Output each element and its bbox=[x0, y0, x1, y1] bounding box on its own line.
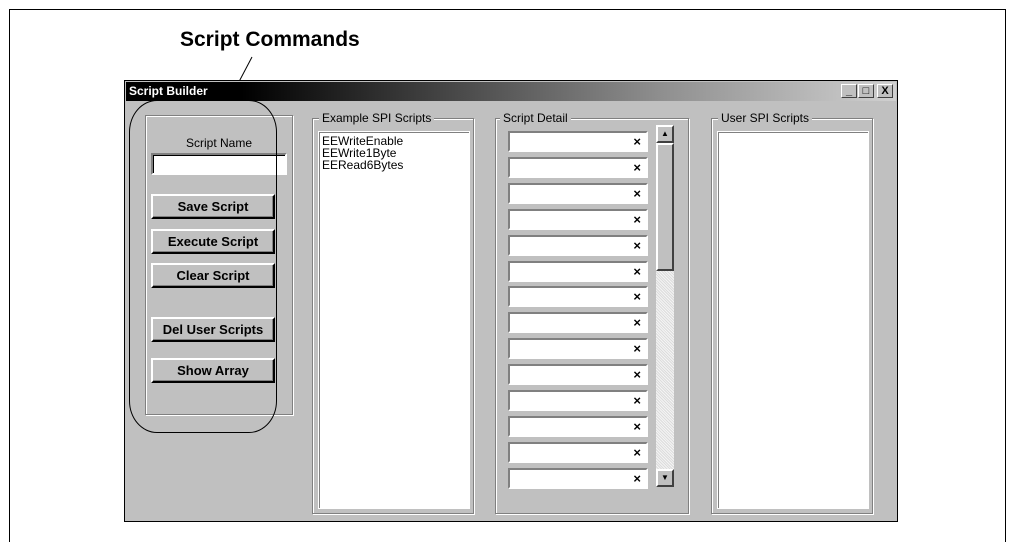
user-scripts-list[interactable] bbox=[717, 131, 869, 509]
script-detail-row[interactable]: × bbox=[508, 415, 648, 437]
remove-icon[interactable]: × bbox=[633, 264, 641, 279]
annotation-label: Script Commands bbox=[180, 28, 360, 51]
script-detail-row[interactable]: × bbox=[508, 364, 648, 386]
remove-icon[interactable]: × bbox=[633, 212, 641, 227]
remove-icon[interactable]: × bbox=[633, 367, 641, 382]
script-detail-row[interactable]: × bbox=[508, 286, 648, 308]
remove-icon[interactable]: × bbox=[633, 289, 641, 304]
title-bar[interactable]: Script Builder _ □ X bbox=[126, 82, 896, 101]
maximize-button[interactable]: □ bbox=[858, 84, 874, 98]
script-detail-row[interactable]: × bbox=[508, 208, 648, 230]
script-detail-row[interactable]: × bbox=[508, 312, 648, 334]
scroll-thumb[interactable] bbox=[656, 143, 674, 271]
remove-icon[interactable]: × bbox=[633, 134, 641, 149]
script-detail-row[interactable]: × bbox=[508, 467, 648, 489]
highlight-ellipse bbox=[129, 100, 277, 433]
script-detail-row[interactable]: × bbox=[508, 260, 648, 282]
script-detail-group: Script Detail × × × × × × × × × × × × × × ▲ ▼ bbox=[495, 111, 689, 514]
scroll-up-button[interactable]: ▲ bbox=[656, 125, 674, 143]
user-scripts-group: User SPI Scripts bbox=[711, 111, 873, 514]
remove-icon[interactable]: × bbox=[633, 160, 641, 175]
script-detail-row[interactable]: × bbox=[508, 131, 648, 152]
list-item[interactable]: EERead6Bytes bbox=[319, 159, 469, 171]
script-detail-row[interactable]: × bbox=[508, 441, 648, 463]
script-detail-scrollbar[interactable]: ▲ ▼ bbox=[656, 125, 674, 487]
user-scripts-label: User SPI Scripts bbox=[718, 111, 813, 125]
window-title: Script Builder bbox=[129, 84, 208, 98]
scroll-down-button[interactable]: ▼ bbox=[656, 469, 674, 487]
close-button[interactable]: X bbox=[877, 84, 893, 98]
script-detail-row[interactable]: × bbox=[508, 182, 648, 204]
remove-icon[interactable]: × bbox=[633, 445, 641, 460]
minimize-button[interactable]: _ bbox=[841, 84, 857, 98]
remove-icon[interactable]: × bbox=[633, 315, 641, 330]
script-detail-label: Script Detail bbox=[500, 111, 571, 125]
script-detail-row[interactable]: × bbox=[508, 156, 648, 178]
script-detail-row[interactable]: × bbox=[508, 390, 648, 411]
script-detail-row[interactable]: × bbox=[508, 338, 648, 360]
remove-icon[interactable]: × bbox=[633, 419, 641, 434]
example-scripts-label: Example SPI Scripts bbox=[319, 111, 435, 125]
script-detail-row[interactable]: × bbox=[508, 234, 648, 256]
example-scripts-group: Example SPI Scripts EEWriteEnable EEWrit… bbox=[312, 111, 474, 514]
example-scripts-list[interactable]: EEWriteEnable EEWrite1Byte EERead6Bytes bbox=[318, 131, 470, 509]
remove-icon[interactable]: × bbox=[633, 393, 641, 408]
remove-icon[interactable]: × bbox=[633, 238, 641, 253]
remove-icon[interactable]: × bbox=[633, 341, 641, 356]
remove-icon[interactable]: × bbox=[633, 186, 641, 201]
remove-icon[interactable]: × bbox=[633, 471, 641, 486]
